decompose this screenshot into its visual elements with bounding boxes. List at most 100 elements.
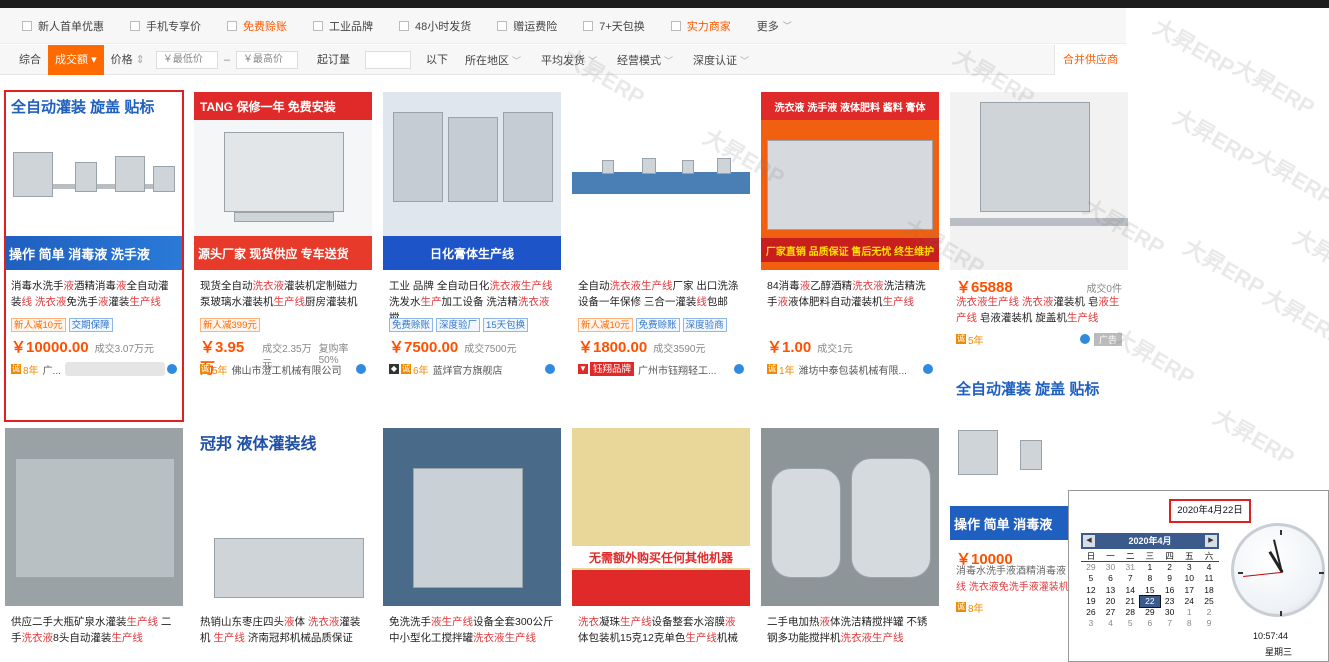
sort-price[interactable]: 价格 ⇕ [104, 45, 152, 75]
filter-option-1[interactable]: 手机专享价 [130, 18, 201, 34]
checkbox[interactable] [227, 20, 237, 31]
product-card-3[interactable]: 日化膏体生产线 工业 品牌 全自动日化洗衣液生产线洗发水生产加工设备 洗洁精洗衣… [383, 92, 561, 380]
chat-icon[interactable] [923, 364, 933, 374]
price-max-input[interactable]: ￥最高价 [236, 50, 298, 69]
sort-comprehensive[interactable]: 综合 [12, 45, 48, 75]
calendar-day[interactable]: 9 [1160, 573, 1180, 584]
product-title[interactable]: 二手电加热液体洗洁精搅拌罐 不锈钢多功能搅拌机洗衣液生产线 [761, 606, 939, 654]
checkbox[interactable] [497, 20, 508, 31]
checkbox[interactable] [313, 20, 323, 31]
ad-title[interactable]: 洗衣液生产线 洗衣液灌装机 皂液生产线 皂液灌装机 旋盖机生产线 [950, 294, 1128, 328]
chat-icon[interactable] [734, 364, 744, 374]
calendar-day[interactable]: 13 [1101, 585, 1121, 596]
product-image[interactable]: 无需额外购买任何其他机器 [572, 428, 750, 606]
calendar-day[interactable]: 30 [1160, 607, 1180, 618]
filter-option-8[interactable]: 更多 ﹀ [757, 18, 792, 34]
side-ad-card[interactable]: ￥65888 成交0件 洗衣液生产线 洗衣液灌装机 皂液生产线 皂液灌装机 旋盖机… [950, 92, 1128, 350]
product-image[interactable]: TANG 保修一年 免费安装 源头厂家 现货供应 专车送货 [194, 92, 372, 270]
prev-month-icon[interactable]: ◀ [1083, 535, 1095, 547]
calendar-day[interactable]: 21 [1120, 596, 1140, 607]
calendar-day[interactable]: 31 [1120, 562, 1140, 573]
seller-name[interactable]: 广... [43, 362, 61, 377]
calendar-day[interactable]: 30 [1101, 562, 1121, 573]
product-title[interactable]: 热销山东枣庄四头液体 洗衣液灌装机 生产线 济南冠邦机械品质保证 [194, 606, 372, 654]
filter-option-7[interactable]: 实力商家 [670, 18, 731, 34]
calendar-day[interactable]: 1 [1140, 562, 1160, 573]
product-image[interactable] [5, 428, 183, 606]
product-image[interactable]: 洗衣液 洗手液 液体肥料 酱料 膏体 厂家直销 品质保证 售后无忧 终生维护 [761, 92, 939, 270]
price-min-input[interactable]: ￥最低价 [155, 50, 218, 69]
product-image[interactable] [572, 92, 750, 270]
calendar-day[interactable]: 9 [1199, 618, 1219, 629]
seller-name[interactable]: 蓝烊官方旗舰店 [433, 362, 503, 377]
filter-option-2[interactable]: 免费赊账 [227, 18, 287, 34]
product-title[interactable]: 工业 品牌 全自动日化洗衣液生产线洗发水生产加工设备 洗洁精洗衣液搅 [383, 270, 561, 318]
seller-name[interactable]: 广州市钰翔轻工... [638, 362, 716, 377]
calendar-day[interactable]: 24 [1179, 596, 1199, 607]
chat-icon[interactable] [545, 364, 555, 374]
calendar-day[interactable]: 18 [1199, 585, 1219, 596]
checkbox[interactable] [670, 20, 681, 31]
sort-volume[interactable]: 成交额 ▾ [48, 44, 104, 75]
filter-option-4[interactable]: 48小时发货 [399, 18, 471, 34]
seller-name[interactable]: 佛山市澄工机械有限公司 [232, 362, 342, 377]
calendar-day[interactable]: 7 [1160, 618, 1180, 629]
calendar-day[interactable]: 5 [1120, 618, 1140, 629]
product-title[interactable]: 现货全自动洗衣液灌装机定制磁力泵玻璃水灌装机生产线厨房灌装机 [194, 270, 372, 318]
product-card-5[interactable]: 洗衣液 洗手液 液体肥料 酱料 膏体 厂家直销 品质保证 售后无忧 终生维护 8… [761, 92, 939, 380]
filter-option-0[interactable]: 新人首单优惠 [22, 18, 104, 34]
calendar-day[interactable]: 22 [1139, 594, 1161, 608]
calendar-day[interactable]: 8 [1140, 573, 1160, 584]
checkbox[interactable] [22, 20, 32, 31]
calendar-day[interactable]: 7 [1120, 573, 1140, 584]
chat-icon[interactable] [167, 364, 177, 374]
product-image[interactable]: 全自动灌装 旋盖 贴标 操作 简单 消毒液 洗手液 [5, 92, 183, 270]
product-title[interactable]: 消毒水洗手液酒精消毒液全自动灌装线 洗衣液免洗手液灌装生产线 [5, 270, 183, 318]
product-card-9[interactable]: 无需额外购买任何其他机器 洗衣凝珠生产线设备整套水溶膜液体包装机15克12克单色… [572, 428, 750, 654]
calendar-day[interactable]: 1 [1179, 607, 1199, 618]
region-dropdown[interactable]: 所在地区 ﹀ [455, 52, 531, 68]
calendar-day[interactable]: 4 [1199, 562, 1219, 573]
product-card-7[interactable]: 冠邦 液体灌装线 热销山东枣庄四头液体 洗衣液灌装机 生产线 济南冠邦机械品质保… [194, 428, 372, 654]
product-image[interactable] [383, 428, 561, 606]
calendar-day[interactable]: 29 [1140, 607, 1160, 618]
filter-option-6[interactable]: 7+天包换 [583, 18, 645, 34]
calendar-grid[interactable]: 日一二三四五六 29 30 31 1 2 3 4 5 6 7 8 9 10 11 12 13 14 15 16 17 18… [1081, 551, 1219, 629]
chat-icon[interactable] [356, 364, 366, 374]
calendar-day[interactable]: 4 [1101, 618, 1121, 629]
next-month-icon[interactable]: ▶ [1205, 535, 1217, 547]
product-title[interactable]: 洗衣凝珠生产线设备整套水溶膜液体包装机15克12克单色生产线机械 [572, 606, 750, 654]
calendar-day[interactable]: 29 [1081, 562, 1101, 573]
product-title[interactable]: 免洗洗手液生产线设备全套300公斤中小型化工搅拌罐洗衣液生产线 [383, 606, 561, 654]
calendar-day[interactable]: 10 [1179, 573, 1199, 584]
avg-ship-dropdown[interactable]: 平均发货 ﹀ [531, 52, 607, 68]
business-mode-dropdown[interactable]: 经营模式 ﹀ [607, 52, 683, 68]
calendar-day[interactable]: 20 [1101, 596, 1121, 607]
product-title[interactable]: 供应二手大瓶矿泉水灌装生产线 二手洗衣液8头自动灌装生产线 [5, 606, 183, 654]
calendar-day[interactable]: 2 [1160, 562, 1180, 573]
calendar-day[interactable]: 19 [1081, 596, 1101, 607]
product-image[interactable]: 日化膏体生产线 [383, 92, 561, 270]
checkbox[interactable] [399, 20, 409, 31]
product-title[interactable]: 全自动洗衣液生产线厂家 出口洗涤设备一年保修 三合一灌装线包邮 [572, 270, 750, 318]
checkbox[interactable] [583, 20, 594, 31]
calendar-day[interactable]: 3 [1179, 562, 1199, 573]
calendar-day[interactable]: 11 [1199, 573, 1219, 584]
calendar-day[interactable]: 25 [1199, 596, 1219, 607]
product-card-2[interactable]: TANG 保修一年 免费安装 源头厂家 现货供应 专车送货 现货全自动洗衣液灌装… [194, 92, 372, 380]
calendar-day[interactable]: 12 [1081, 585, 1101, 596]
calendar-day[interactable]: 2 [1199, 607, 1219, 618]
product-image[interactable]: 冠邦 液体灌装线 [194, 428, 372, 606]
calendar-day[interactable]: 6 [1101, 573, 1121, 584]
calendar-day[interactable]: 8 [1179, 618, 1199, 629]
calendar-day[interactable]: 6 [1140, 618, 1160, 629]
product-card-1[interactable]: 全自动灌装 旋盖 贴标 操作 简单 消毒液 洗手液 消毒水洗手液酒精消毒液全自动… [5, 92, 183, 380]
calendar-day[interactable]: 27 [1101, 607, 1121, 618]
min-order-input[interactable] [365, 50, 411, 69]
filter-option-5[interactable]: 赠运费险 [497, 18, 557, 34]
seller-name[interactable]: 潍坊中泰包装机械有限... [799, 362, 907, 377]
calendar-day[interactable]: 15 [1140, 585, 1160, 596]
product-title[interactable]: 84消毒液乙醇酒精洗衣液洗洁精洗手液液体肥料自动灌装机生产线 [761, 270, 939, 318]
calendar-clock-popup[interactable]: 2020年4月22日 ◀ 2020年4月 ▶ 日一二三四五六 29 30 31 1 2 3 4… [1068, 490, 1329, 662]
calendar-day[interactable]: 28 [1120, 607, 1140, 618]
